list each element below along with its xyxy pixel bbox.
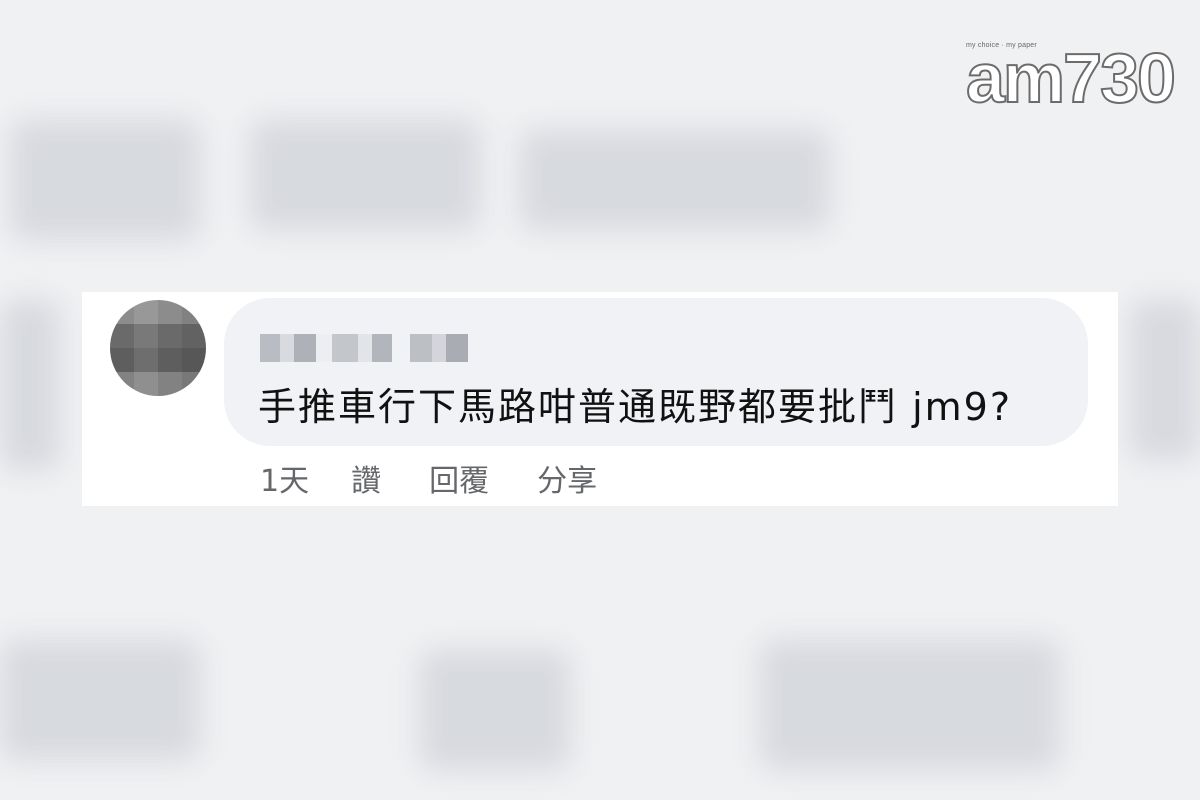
logo-wordmark: am730 <box>965 38 1177 118</box>
am730-logo: my choice · my paper am730 <box>965 34 1177 118</box>
author-name-pixelated[interactable] <box>260 334 468 362</box>
share-button[interactable]: 分享 <box>537 456 597 500</box>
avatar[interactable] <box>110 300 206 396</box>
reply-button[interactable]: 回覆 <box>429 456 489 500</box>
like-button[interactable]: 讚 <box>351 456 381 500</box>
comment-actions: 1天 讚 回覆 分享 <box>260 456 645 500</box>
comment-timestamp[interactable]: 1天 <box>260 456 309 500</box>
comment-body: 手推車行下馬路咁普通既野都要批鬥 jm9? <box>258 385 1013 429</box>
